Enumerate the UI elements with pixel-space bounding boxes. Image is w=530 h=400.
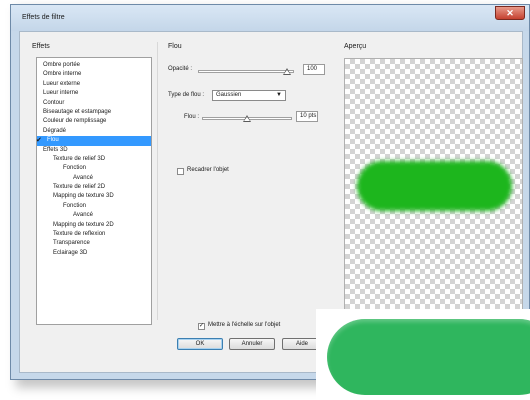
effects-tree-item-label: Texture de reflexion bbox=[53, 231, 106, 238]
blur-slider-thumb[interactable] bbox=[243, 115, 251, 122]
zoomed-rounded-shape bbox=[327, 319, 530, 395]
effects-tree-item-label: Dégradé bbox=[43, 127, 67, 134]
effects-tree-item[interactable]: Lueur externe bbox=[37, 80, 151, 89]
window-title: Effets de filtre bbox=[22, 14, 65, 21]
effects-tree-item[interactable]: Ombre portée bbox=[37, 61, 151, 70]
effects-tree-item-label: Ombre portée bbox=[43, 62, 81, 68]
effects-tree-item-label: Effets 3D bbox=[43, 146, 68, 153]
blur-type-label: Type de flou : bbox=[168, 92, 205, 98]
effects-tree-item-label: Couleur de remplissage bbox=[43, 118, 107, 125]
effects-tree-item-label: Ombre interne bbox=[43, 71, 82, 78]
preview-canvas bbox=[344, 58, 523, 311]
effects-tree-item[interactable]: Contour bbox=[37, 99, 151, 108]
blur-amount-input[interactable]: 10 pts bbox=[296, 111, 318, 122]
check-icon: ✔ bbox=[36, 137, 42, 145]
effects-tree-item[interactable]: Texture de relief 2D bbox=[37, 183, 151, 192]
effects-tree-item[interactable]: Lueur interne bbox=[37, 89, 151, 98]
effects-tree-item[interactable]: Mapping de texture 3D bbox=[37, 192, 151, 201]
effects-tree-item-label: Avancé bbox=[73, 174, 93, 181]
preview-section-label: Aperçu bbox=[344, 43, 367, 50]
blur-type-value: Gaussien bbox=[216, 92, 242, 98]
opacity-input[interactable]: 100 bbox=[303, 64, 325, 75]
effects-tree-item[interactable]: Texture de reflexion bbox=[37, 230, 151, 239]
effects-tree-item[interactable]: Mapping de texture 2D bbox=[37, 221, 151, 230]
effects-tree[interactable]: Ombre portée Ombre interne Lueur externe Lu… bbox=[36, 57, 152, 325]
opacity-slider-track[interactable] bbox=[198, 70, 294, 73]
recadrer-checkbox[interactable] bbox=[177, 168, 184, 175]
effects-tree-item-label: Lueur interne bbox=[43, 90, 79, 97]
effects-tree-item[interactable]: Fonction bbox=[37, 202, 151, 211]
scale-to-object-label: Mettre à l'échelle sur l'objet bbox=[208, 322, 281, 328]
effects-tree-item-label: Transparence bbox=[53, 240, 90, 247]
zoomed-shape-overlay bbox=[316, 309, 530, 400]
effects-tree-item[interactable]: Fonction bbox=[37, 164, 151, 173]
effects-tree-item-label: Texture de relief 2D bbox=[53, 184, 106, 191]
panel-divider bbox=[157, 42, 158, 320]
blur-section-label: Flou bbox=[168, 43, 182, 50]
ok-button[interactable]: OK bbox=[177, 338, 223, 350]
close-button[interactable]: ✕ bbox=[495, 6, 525, 20]
recadrer-label: Recadrer l'objet bbox=[187, 167, 229, 173]
effects-tree-item[interactable]: Eclairage 3D bbox=[37, 249, 151, 258]
blur-type-select[interactable]: Gaussien ▼ bbox=[212, 90, 286, 101]
effects-tree-item[interactable]: ✔ Flou bbox=[36, 136, 151, 146]
check-icon: ✓ bbox=[199, 323, 205, 329]
effects-tree-item[interactable]: Dégradé bbox=[37, 127, 151, 136]
effects-tree-item-label: Lueur externe bbox=[43, 80, 81, 87]
effects-tree-item[interactable]: Effets 3D bbox=[37, 146, 151, 155]
effects-tree-item[interactable]: Ombre interne bbox=[37, 70, 151, 79]
blur-amount-label: Flou : bbox=[184, 114, 200, 120]
opacity-slider-thumb[interactable] bbox=[283, 68, 292, 75]
effects-tree-item-label: Eclairage 3D bbox=[53, 249, 88, 256]
effects-tree-item-label: Biseautage et estampage bbox=[43, 108, 112, 115]
close-icon: ✕ bbox=[506, 8, 514, 18]
effects-tree-item-label: Flou bbox=[47, 137, 59, 144]
title-bar[interactable]: Effets de filtre ✕ bbox=[11, 5, 529, 31]
effects-tree-item[interactable]: Texture de relief 3D bbox=[37, 155, 151, 164]
effects-tree-item-label: Mapping de texture 3D bbox=[53, 193, 114, 200]
effects-tree-item-label: Contour bbox=[43, 99, 65, 106]
effects-section-label: Effets bbox=[32, 43, 50, 50]
effects-tree-item-label: Avancé bbox=[73, 212, 93, 219]
chevron-down-icon: ▼ bbox=[276, 92, 282, 98]
scale-to-object-checkbox[interactable]: ✓ bbox=[198, 323, 205, 330]
cancel-button[interactable]: Annuler bbox=[229, 338, 275, 350]
effects-tree-item-label: Fonction bbox=[63, 202, 87, 209]
effects-tree-item[interactable]: Couleur de remplissage bbox=[37, 117, 151, 126]
effects-tree-item-label: Fonction bbox=[63, 165, 87, 172]
effects-tree-item[interactable]: Biseautage et estampage bbox=[37, 108, 151, 117]
effects-tree-item[interactable]: Avancé bbox=[37, 211, 151, 220]
opacity-label: Opacité : bbox=[168, 66, 193, 72]
effects-tree-item-label: Texture de relief 3D bbox=[53, 155, 106, 162]
effects-tree-item[interactable]: Avancé bbox=[37, 174, 151, 183]
effects-tree-item-label: Mapping de texture 2D bbox=[53, 221, 114, 228]
preview-blurred-shape bbox=[357, 161, 512, 211]
effects-tree-item[interactable]: Transparence bbox=[37, 239, 151, 248]
